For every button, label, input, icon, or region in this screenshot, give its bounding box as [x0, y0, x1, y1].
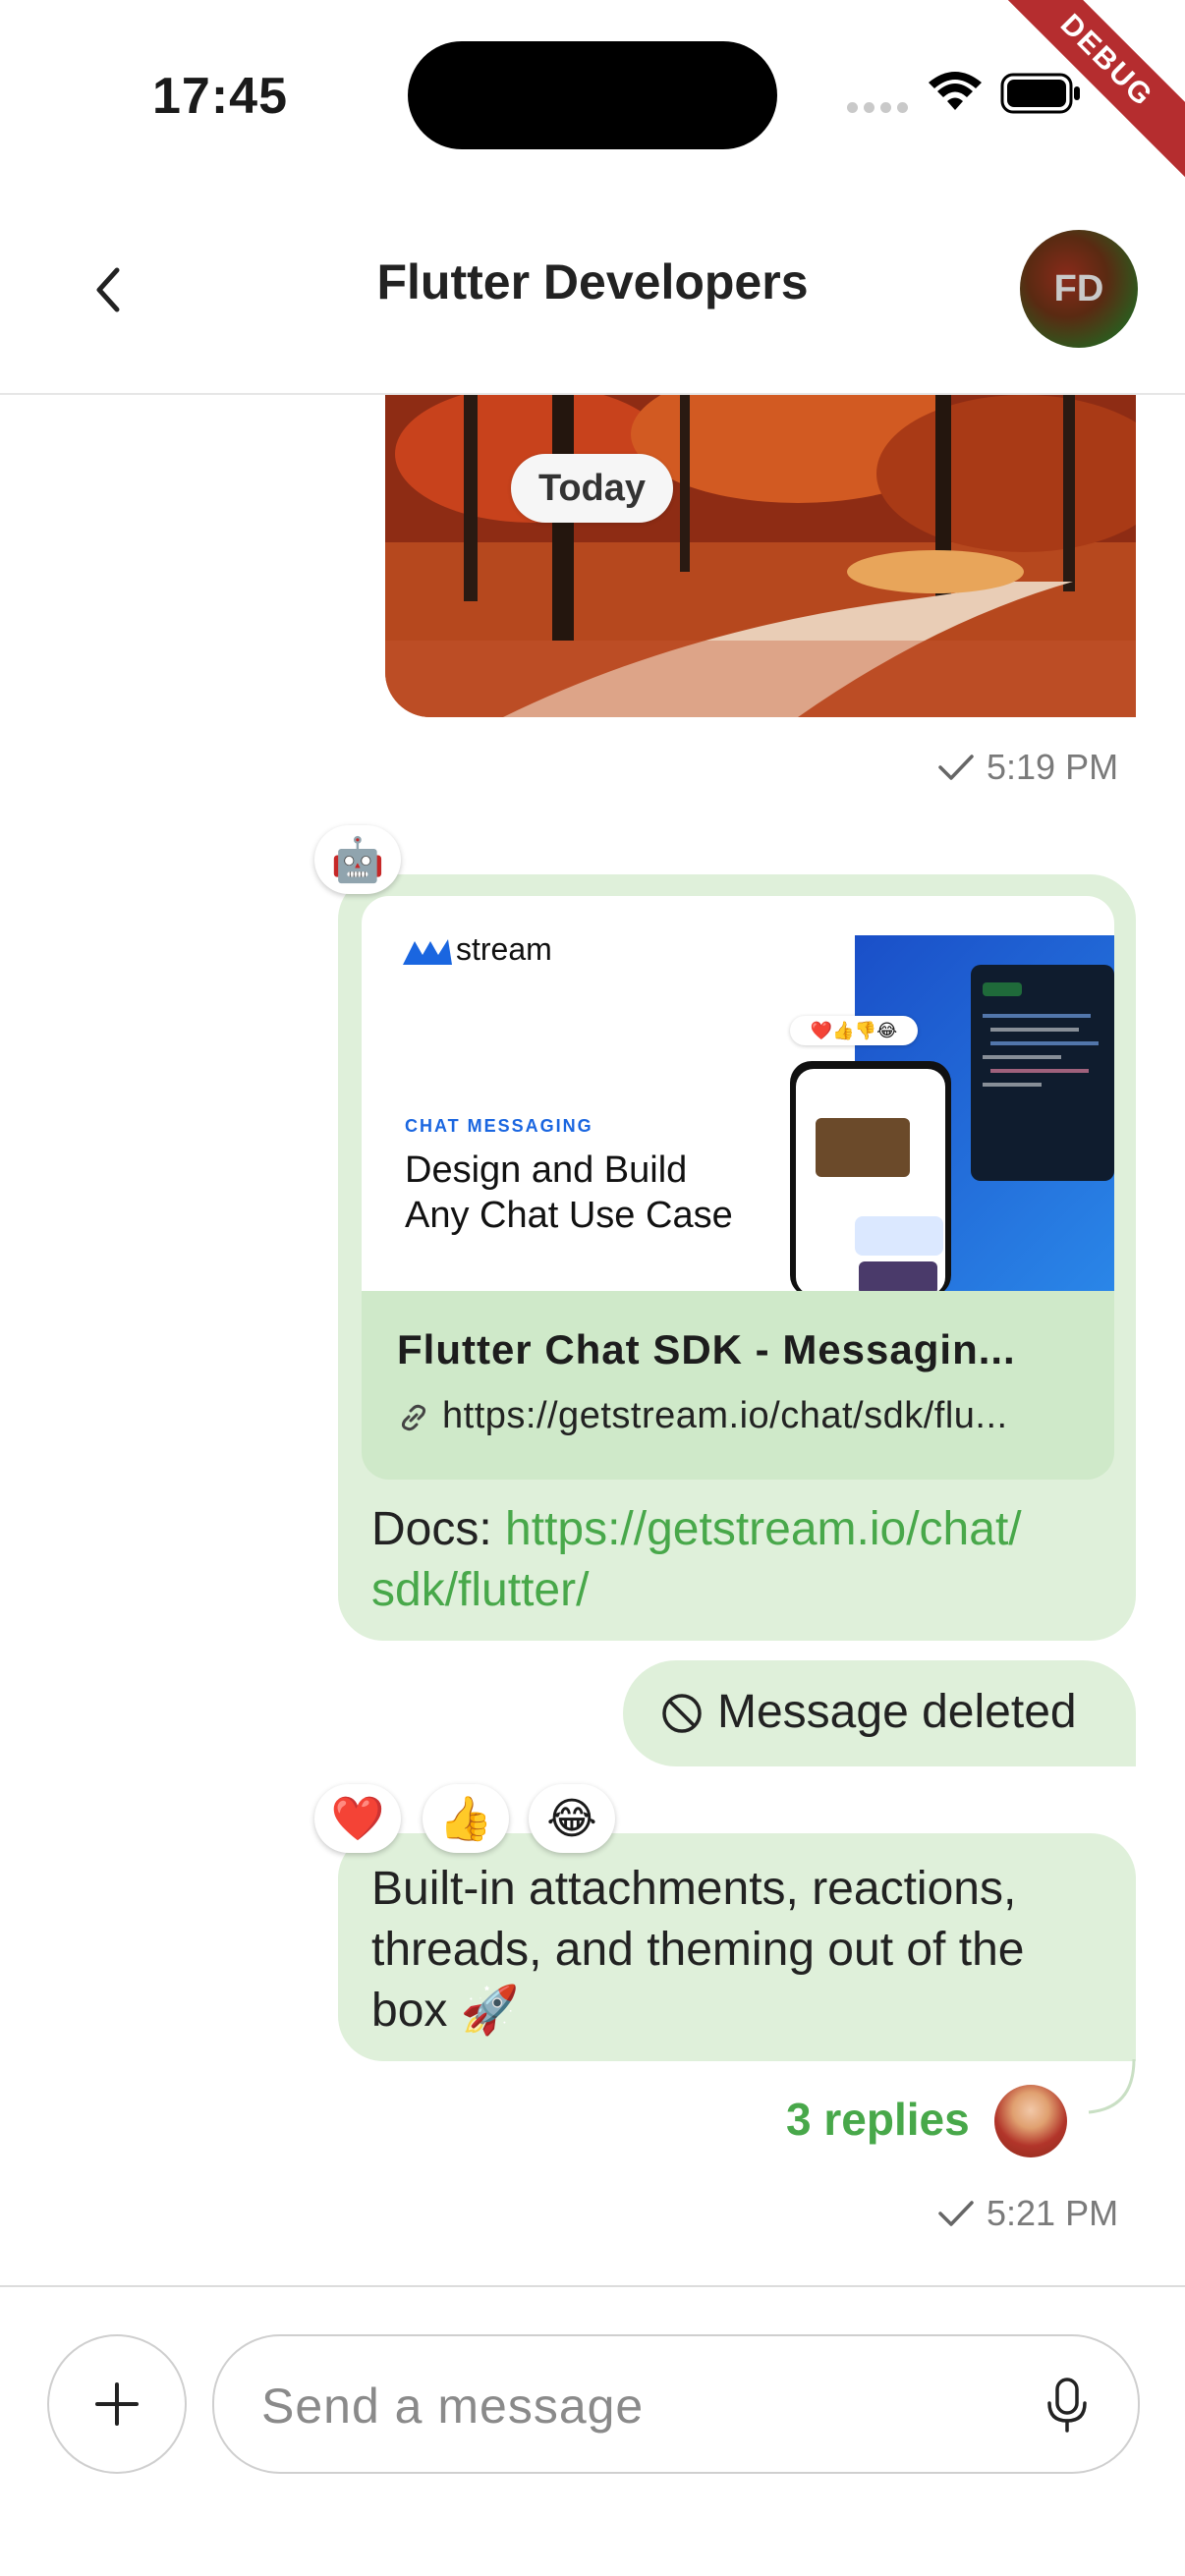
phone-mockup: [790, 1061, 951, 1291]
reaction-laugh[interactable]: 😂: [529, 1784, 615, 1853]
channel-avatar[interactable]: FD: [1020, 230, 1138, 348]
message-timestamp: 5:19 PM: [937, 747, 1118, 788]
message-text: Built-in attachments, reactions, threads…: [371, 1863, 1025, 2037]
message-timestamp: 5:21 PM: [937, 2193, 1118, 2234]
link-preview-meta[interactable]: Flutter Chat SDK - Messagin... https://g…: [362, 1291, 1114, 1480]
preview-reaction-bar: ❤️👍👎😂: [790, 1016, 918, 1045]
attachment-button[interactable]: [47, 2334, 187, 2474]
mic-icon[interactable]: [1042, 2376, 1093, 2435]
message-link[interactable]: https://getstream.io/chat/: [505, 1503, 1022, 1555]
battery-icon: [1000, 73, 1080, 114]
blocked-icon: [662, 1694, 702, 1733]
stream-logo-icon: [403, 939, 452, 965]
composer-divider: [0, 2285, 1185, 2287]
image-attachment[interactable]: [385, 395, 1136, 717]
plus-icon: [95, 2382, 139, 2426]
reaction-thumbs-up[interactable]: 👍: [423, 1784, 509, 1853]
reaction-robot[interactable]: 🤖: [314, 825, 401, 894]
message-text: Docs: https://getstream.io/chat/ sdk/flu…: [371, 1503, 1022, 1616]
code-panel: [971, 965, 1114, 1181]
deleted-message-text: Message deleted: [717, 1686, 1077, 1738]
sent-check-icon: [938, 2201, 974, 2226]
message-link-cont[interactable]: sdk/flutter/: [371, 1564, 589, 1616]
link-preview-image[interactable]: stream CHAT MESSAGING Design and Build A…: [362, 896, 1114, 1291]
channel-title: Flutter Developers: [376, 254, 809, 309]
preview-url[interactable]: https://getstream.io/chat/sdk/flu...: [442, 1395, 1008, 1437]
stream-brand: stream: [456, 931, 552, 967]
preview-tag: CHAT MESSAGING: [405, 1116, 593, 1136]
preview-title: Flutter Chat SDK - Messagin...: [397, 1326, 1016, 1372]
message-list[interactable]: 5:19 PM 🤖 stream CHAT MESSAGING Design a…: [0, 395, 1185, 2285]
autumn-forest-photo: [385, 395, 1136, 717]
wifi-icon: [929, 72, 982, 110]
reply-user-avatar[interactable]: [994, 2085, 1067, 2157]
dynamic-island: [408, 41, 777, 149]
reaction-heart[interactable]: ❤️: [314, 1784, 401, 1853]
link-icon: [401, 1404, 426, 1431]
thread-replies-link[interactable]: 3 replies: [786, 2093, 970, 2146]
status-time: 17:45: [152, 68, 288, 125]
date-divider: Today: [511, 454, 673, 523]
cellular-signal-icon: [847, 102, 908, 113]
thread-connector: [1088, 2059, 1136, 2114]
message-input-placeholder: Send a message: [261, 2379, 645, 2434]
preview-headline: Design and Build Any Chat Use Case: [405, 1149, 733, 1236]
sent-check-icon: [938, 755, 974, 780]
